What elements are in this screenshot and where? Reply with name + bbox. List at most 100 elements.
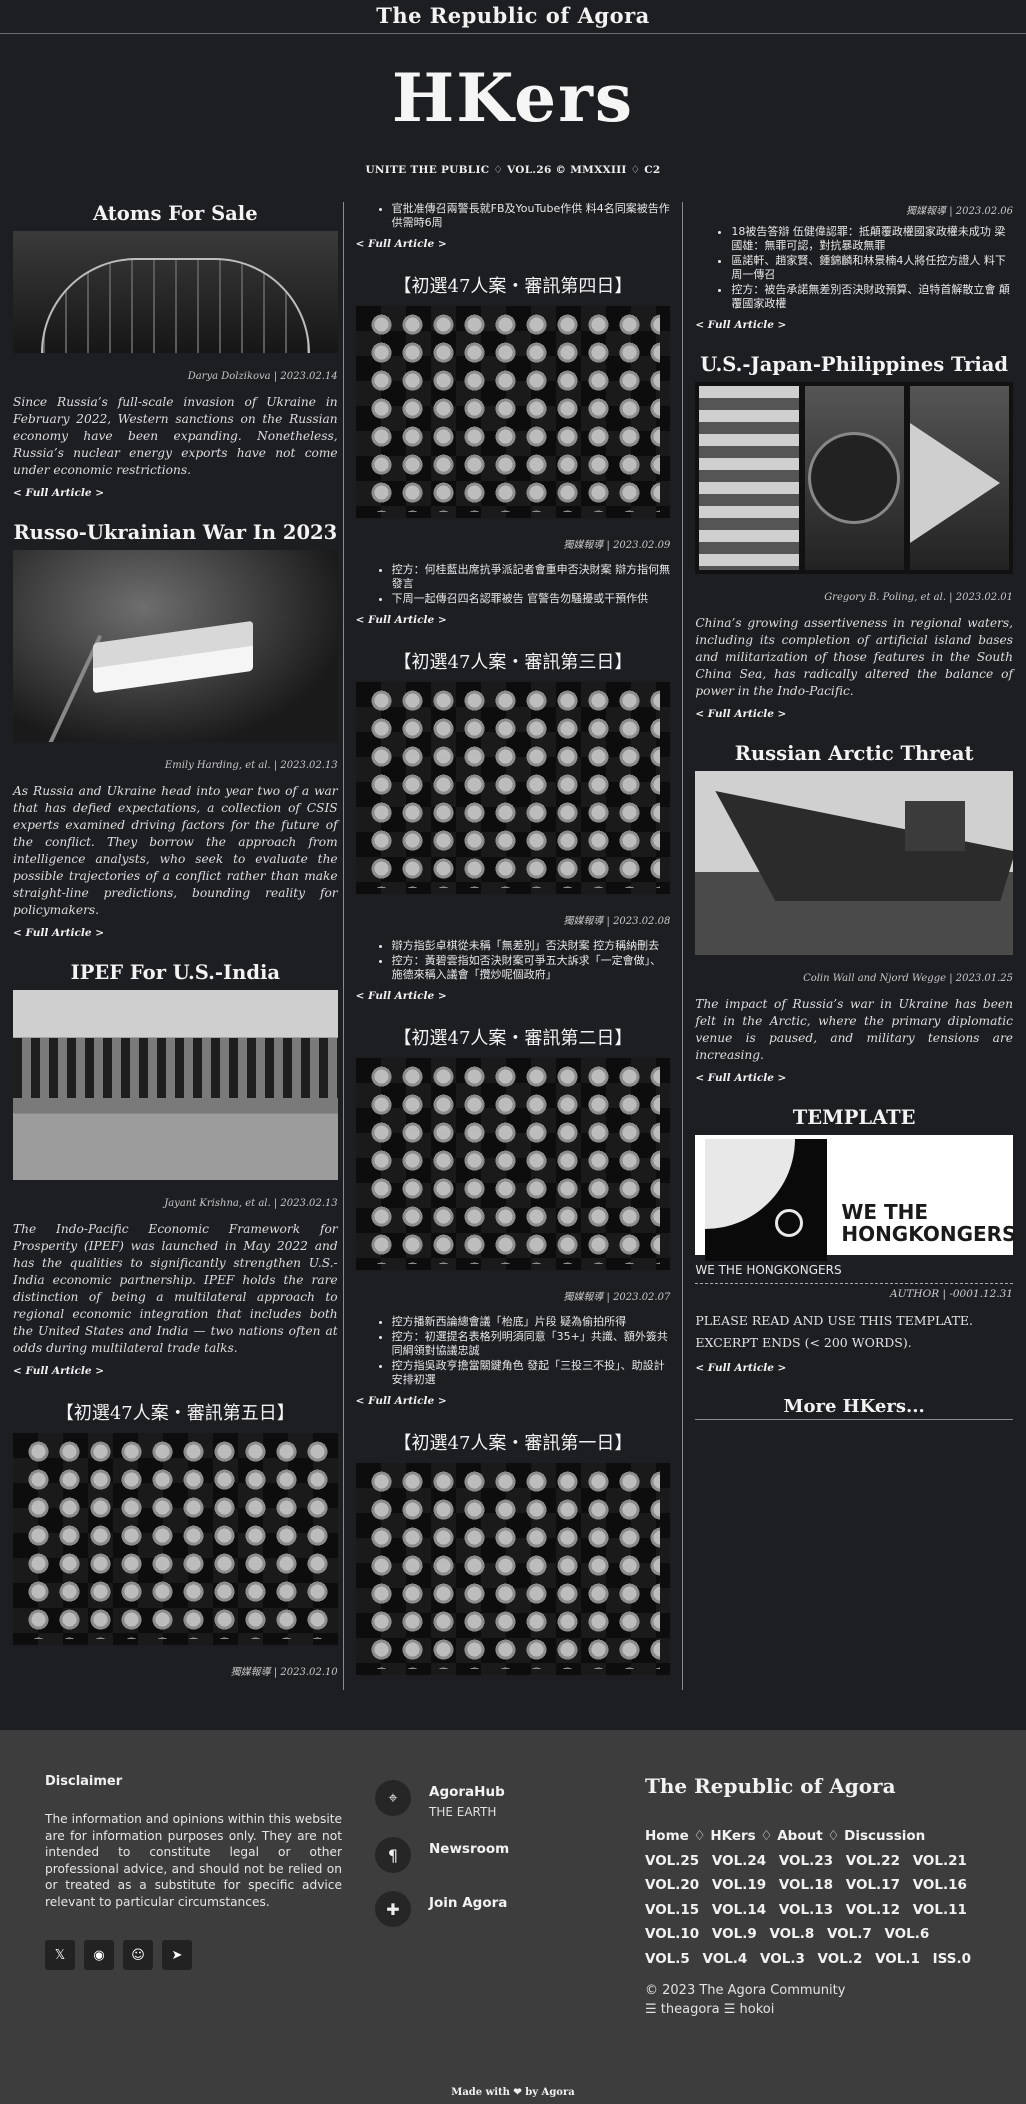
volume-link[interactable]: VOL.19 xyxy=(712,1877,766,1893)
article-title[interactable]: IPEF For U.S.-India xyxy=(13,961,338,984)
article-image[interactable] xyxy=(13,1433,338,1645)
volume-link[interactable]: VOL.6 xyxy=(884,1926,929,1942)
footer-link-agorahub[interactable]: ⌖ AgoraHub THE EARTH xyxy=(375,1780,645,1819)
volume-link[interactable]: VOL.11 xyxy=(913,1902,967,1918)
bullet-list: 辯方指彭卓棋從未稱「無差別」否決財案 控方稱納刪去 控方：黃碧雲指如否決財案可爭… xyxy=(356,939,671,982)
volume-link[interactable]: VOL.14 xyxy=(712,1902,766,1918)
template-line: EXCERPT ENDS (< 200 WORDS). xyxy=(695,1335,912,1350)
volume-link[interactable]: VOL.20 xyxy=(645,1877,699,1893)
article-image[interactable] xyxy=(355,1463,671,1675)
article-triad: U.S.-Japan-Philippines Triad Gregory B. … xyxy=(695,353,1013,720)
full-article-link[interactable]: < Full Article > xyxy=(695,1362,1013,1374)
volume-link[interactable]: VOL.7 xyxy=(827,1926,872,1942)
article-title[interactable]: 【初選47人案・審訊第四日】 xyxy=(356,272,671,298)
bullet-item: 控方播新西論總會議「枱底」片段 疑為偷拍所得 xyxy=(392,1315,671,1329)
article-image[interactable] xyxy=(695,382,1013,574)
volume-link[interactable]: VOL.23 xyxy=(779,1853,833,1869)
article-image[interactable] xyxy=(695,771,1013,955)
full-article-link[interactable]: < Full Article > xyxy=(695,1072,1013,1084)
article-day0: 獨媒報導 | 2023.02.06 18被告答辯 伍健偉認罪：抵顛覆政權國家政權… xyxy=(695,202,1013,331)
template-image-text: WE THE HONGKONGERS xyxy=(841,1200,1017,1246)
github-icon[interactable]: ◉ xyxy=(84,1940,114,1970)
full-article-link[interactable]: < Full Article > xyxy=(13,927,338,939)
nav-about[interactable]: About xyxy=(777,1828,822,1844)
article-day5: 【初選47人案・審訊第五日】 獨媒報導 | 2023.02.10 xyxy=(13,1399,338,1678)
article-image[interactable] xyxy=(13,550,338,742)
volume-link[interactable]: VOL.16 xyxy=(913,1877,967,1893)
article-image[interactable] xyxy=(355,306,671,518)
full-article-link[interactable]: < Full Article > xyxy=(356,1395,671,1407)
brand-logo[interactable]: HKers xyxy=(0,52,1026,144)
twitter-icon[interactable]: 𝕏 xyxy=(45,1940,75,1970)
article-title[interactable]: Atoms For Sale xyxy=(13,202,338,225)
volume-link[interactable]: VOL.1 xyxy=(875,1951,920,1967)
paragraph-icon: ¶ xyxy=(375,1837,411,1873)
volume-link[interactable]: VOL.17 xyxy=(846,1877,900,1893)
full-article-link[interactable]: < Full Article > xyxy=(356,990,671,1002)
full-article-link[interactable]: < Full Article > xyxy=(356,614,671,626)
volume-link[interactable]: VOL.22 xyxy=(846,1853,900,1869)
volume-link[interactable]: VOL.3 xyxy=(760,1951,805,1967)
article-war: Russo-Ukrainian War In 2023 Emily Hardin… xyxy=(13,521,338,939)
article-title[interactable]: 【初選47人案・審訊第一日】 xyxy=(356,1429,671,1455)
article-image[interactable] xyxy=(355,1058,671,1270)
footer-link-newsroom[interactable]: ¶ Newsroom xyxy=(375,1837,645,1873)
volume-link[interactable]: VOL.15 xyxy=(645,1902,699,1918)
middle-column: 官批准傳召兩警長就FB及YouTube作供 料4名同案被告作供需時6周 < Fu… xyxy=(342,202,684,1690)
full-article-link[interactable]: < Full Article > xyxy=(13,1365,338,1377)
community-links[interactable]: ☰ theagora ☰ hokoi xyxy=(645,2000,985,2019)
footer-link-join[interactable]: ✚ Join Agora xyxy=(375,1891,645,1927)
volume-link[interactable]: VOL.5 xyxy=(645,1951,690,1967)
bullet-list: 官批准傳召兩警長就FB及YouTube作供 料4名同案被告作供需時6周 xyxy=(356,202,671,230)
article-image[interactable] xyxy=(13,231,338,353)
full-article-link[interactable]: < Full Article > xyxy=(13,487,338,499)
volume-link[interactable]: VOL.13 xyxy=(779,1902,833,1918)
volume-link[interactable]: VOL.18 xyxy=(779,1877,833,1893)
article-image[interactable] xyxy=(355,682,671,894)
volume-link[interactable]: VOL.12 xyxy=(846,1902,900,1918)
article-image[interactable] xyxy=(13,990,338,1180)
nav-hkers[interactable]: HKers xyxy=(710,1828,755,1844)
template-image[interactable]: WE THE HONGKONGERS xyxy=(695,1135,1017,1261)
full-article-link[interactable]: < Full Article > xyxy=(695,708,1013,720)
article-excerpt: As Russia and Ukraine head into year two… xyxy=(13,784,338,917)
article-byline: 獨媒報導 | 2023.02.06 xyxy=(906,206,1013,217)
hongkongers-logo-icon xyxy=(705,1139,828,1261)
volume-link[interactable]: VOL.25 xyxy=(645,1853,699,1869)
footer-site-title[interactable]: The Republic of Agora xyxy=(645,1774,985,1798)
full-article-link[interactable]: < Full Article > xyxy=(356,238,671,250)
article-title[interactable]: 【初選47人案・審訊第五日】 xyxy=(13,1399,338,1425)
volume-link[interactable]: ISS.0 xyxy=(933,1951,971,1967)
telegram-icon[interactable]: ➤ xyxy=(162,1940,192,1970)
article-title[interactable]: U.S.-Japan-Philippines Triad xyxy=(695,353,1013,376)
volume-link[interactable]: VOL.9 xyxy=(712,1926,757,1942)
full-article-link[interactable]: < Full Article > xyxy=(695,319,1013,331)
volume-link[interactable]: VOL.8 xyxy=(769,1926,814,1942)
bullet-item: 控方：何桂藍出席抗爭派記者會重申否決財案 辯方指何無發言 xyxy=(392,563,671,591)
footer-link-label: Newsroom xyxy=(429,1841,510,1857)
article-title[interactable]: TEMPLATE xyxy=(695,1106,1013,1129)
reddit-icon[interactable]: ☺ xyxy=(123,1940,153,1970)
bullet-list: 控方播新西論總會議「枱底」片段 疑為偷拍所得 控方：初選提名表格列明須同意「35… xyxy=(356,1315,671,1387)
article-byline: Colin Wall and Njord Wegge | 2023.01.25 xyxy=(803,973,1013,984)
disclaimer: Disclaimer The information and opinions … xyxy=(45,1774,342,2019)
volume-link[interactable]: VOL.24 xyxy=(712,1853,766,1869)
nav-home[interactable]: Home xyxy=(645,1828,689,1844)
article-excerpt: The Indo-Pacific Economic Framework for … xyxy=(13,1222,338,1355)
article-title[interactable]: 【初選47人案・審訊第三日】 xyxy=(356,648,671,674)
article-atoms: Atoms For Sale Darya Dolzikova | 2023.02… xyxy=(13,202,338,499)
volume-link[interactable]: VOL.10 xyxy=(645,1926,699,1942)
volume-link[interactable]: VOL.2 xyxy=(818,1951,863,1967)
template-line: PLEASE READ AND USE THIS TEMPLATE. xyxy=(695,1313,974,1328)
volume-link[interactable]: VOL.4 xyxy=(703,1951,748,1967)
site-title-link[interactable]: The Republic of Agora xyxy=(376,3,650,28)
social-links: 𝕏 ◉ ☺ ➤ xyxy=(45,1940,342,1970)
nav-discussion[interactable]: Discussion xyxy=(844,1828,925,1844)
right-column: 獨媒報導 | 2023.02.06 18被告答辯 伍健偉認罪：抵顛覆政權國家政權… xyxy=(683,202,1018,1690)
article-title[interactable]: 【初選47人案・審訊第二日】 xyxy=(356,1024,671,1050)
more-hkers-link[interactable]: More HKers... xyxy=(784,1396,925,1417)
volume-link[interactable]: VOL.21 xyxy=(913,1853,967,1869)
article-byline: 獨媒報導 | 2023.02.09 xyxy=(563,540,671,551)
article-title[interactable]: Russian Arctic Threat xyxy=(695,742,1013,765)
article-title[interactable]: Russo-Ukrainian War In 2023 xyxy=(13,521,338,544)
